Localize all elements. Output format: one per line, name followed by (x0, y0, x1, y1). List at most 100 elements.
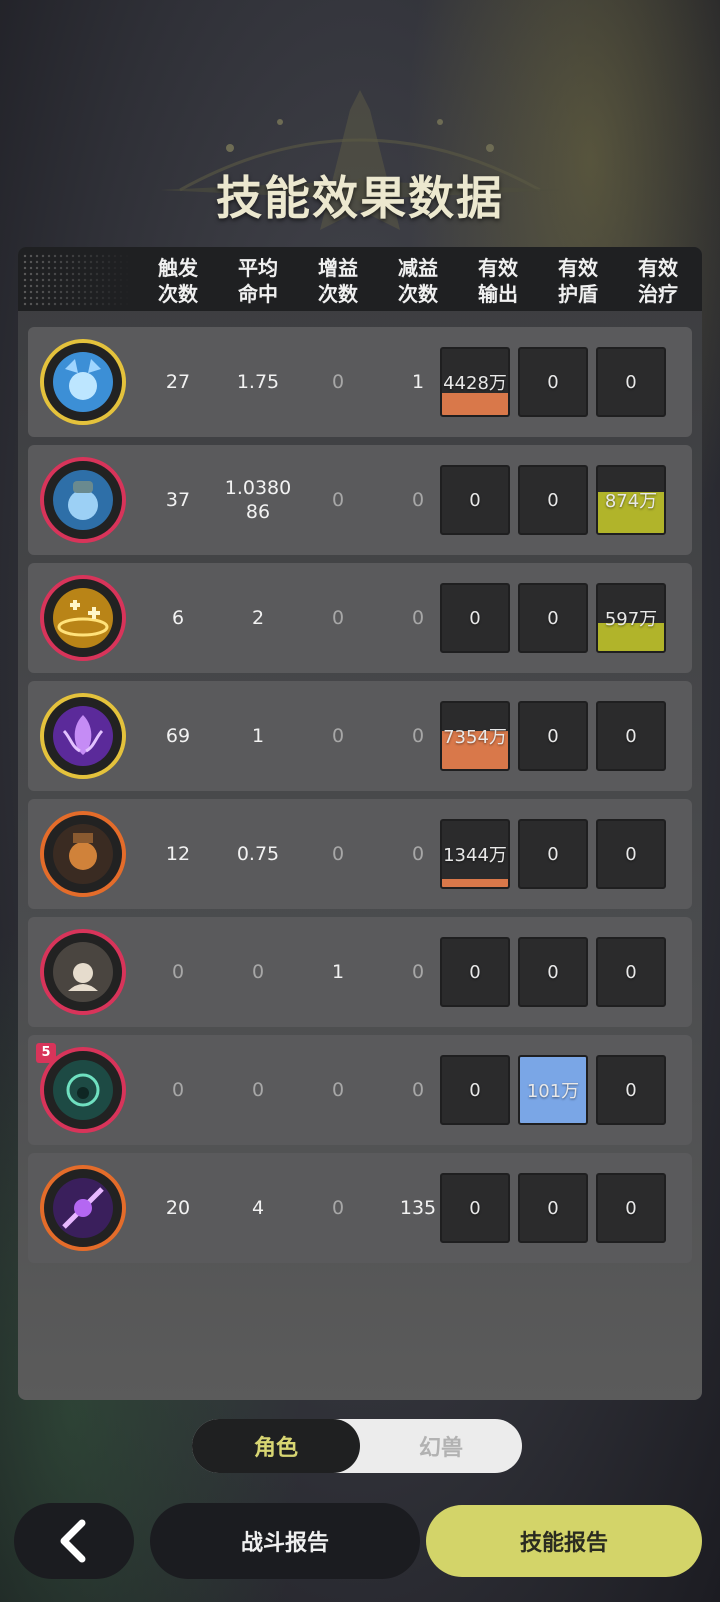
table-header: 触发 次数 平均 命中 增益 次数 减益 次数 有效 输出 有效 护盾 有效 治疗 (18, 247, 702, 311)
shield-box: 0 (518, 937, 588, 1007)
output-box: 0 (440, 583, 510, 653)
shield-value: 0 (547, 371, 559, 393)
output-box: 0 (440, 465, 510, 535)
output-box: 0 (440, 1055, 510, 1125)
triggers-value: 12 (165, 843, 191, 865)
fire-beast-skill-icon[interactable] (40, 811, 126, 897)
skill-report-button[interactable]: 技能报告 (426, 1505, 702, 1577)
heal-box: 0 (596, 1055, 666, 1125)
header-triggers: 触发 次数 (158, 256, 198, 306)
heal-value: 0 (625, 843, 637, 865)
buffs-value: 0 (331, 489, 345, 511)
triggers-value: 27 (165, 371, 191, 393)
title-area: 技能效果数据 (0, 70, 720, 240)
triggers-value: 69 (165, 725, 191, 747)
skill-row: 0010000 (28, 917, 692, 1027)
avg-hit-value: 4 (251, 1197, 265, 1219)
skill-row: 12 0.75 0 0 1344万 0 0 (28, 799, 692, 909)
buffs-value: 0 (331, 725, 345, 747)
shield-box: 0 (518, 347, 588, 417)
heal-value: 0 (625, 371, 637, 393)
buffs-value: 0 (331, 607, 345, 629)
heal-value: 0 (625, 1079, 637, 1101)
heal-value: 874万 (604, 491, 658, 512)
avg-hit-value: 1 (251, 725, 265, 747)
buffs-value: 0 (331, 1079, 345, 1101)
heal-box: 0 (596, 819, 666, 889)
skill-row: 6 2 0 0 0 0 597万 (28, 563, 692, 673)
skill-data-panel: 触发 次数 平均 命中 增益 次数 减益 次数 有效 输出 有效 护盾 有效 治疗 27 1.7… (18, 247, 702, 1400)
output-box: 0 (440, 1173, 510, 1243)
battle-report-button[interactable]: 战斗报告 (150, 1503, 420, 1579)
heal-value: 0 (625, 725, 637, 747)
shield-value: 0 (547, 961, 559, 983)
shield-value: 0 (547, 1197, 559, 1219)
shield-value: 0 (547, 607, 559, 629)
output-value: 4428万 (443, 373, 507, 394)
triggers-value: 20 (165, 1197, 191, 1219)
shield-value: 101万 (526, 1081, 580, 1102)
shield-value: 0 (547, 843, 559, 865)
skill-row: 69 1 0 0 7354万 0 0 (28, 681, 692, 791)
header-avg-hit: 平均 命中 (238, 256, 278, 306)
output-box: 1344万 (440, 819, 510, 889)
header-debuffs: 减益 次数 (398, 256, 438, 306)
output-value: 0 (469, 961, 481, 983)
shield-value: 0 (547, 725, 559, 747)
violet-blade-skill-icon[interactable] (40, 1165, 126, 1251)
back-button[interactable] (14, 1503, 134, 1579)
heal-box: 0 (596, 1173, 666, 1243)
ice-bear-skill-icon[interactable] (40, 457, 126, 543)
heal-value: 0 (625, 1197, 637, 1219)
header-output: 有效 输出 (478, 256, 518, 306)
purple-flame-skill-icon[interactable] (40, 693, 126, 779)
output-value: 0 (469, 1079, 481, 1101)
heal-box: 0 (596, 937, 666, 1007)
triggers-value: 6 (171, 607, 185, 629)
heal-box: 874万 (596, 465, 666, 535)
avg-hit-value: 1.75 (236, 371, 280, 393)
stone-guardian-skill-icon[interactable] (40, 929, 126, 1015)
shield-box: 0 (518, 465, 588, 535)
triggers-value: 0 (171, 961, 185, 983)
shield-box: 101万 (518, 1055, 588, 1125)
shield-box: 0 (518, 1173, 588, 1243)
output-value: 7354万 (443, 727, 507, 748)
triggers-value: 37 (165, 489, 191, 511)
skill-row: 20 4 0 135 0 0 0 (28, 1153, 692, 1263)
heal-value: 597万 (604, 609, 658, 630)
golden-heal-skill-icon[interactable] (40, 575, 126, 661)
shield-box: 0 (518, 819, 588, 889)
output-box: 0 (440, 937, 510, 1007)
output-value: 0 (469, 489, 481, 511)
skill-row: 37 1.0380 86 0 0 0 0 874万 (28, 445, 692, 555)
header-buffs: 增益 次数 (318, 256, 358, 306)
header-pattern (22, 253, 132, 307)
toggle-beast-button[interactable]: 幻兽 (360, 1419, 522, 1473)
header-heal: 有效 治疗 (638, 256, 678, 306)
star-level-badge: 5 (36, 1043, 56, 1063)
buffs-value: 0 (331, 1197, 345, 1219)
avg-hit-value: 0.75 (236, 843, 280, 865)
header-shield: 有效 护盾 (558, 256, 598, 306)
output-value: 0 (469, 1197, 481, 1219)
output-box: 7354万 (440, 701, 510, 771)
triggers-value: 0 (171, 1079, 185, 1101)
buffs-value: 0 (331, 843, 345, 865)
heal-box: 0 (596, 347, 666, 417)
buffs-value: 1 (331, 961, 345, 983)
output-value: 0 (469, 607, 481, 629)
ice-wolf-skill-icon[interactable] (40, 339, 126, 425)
avg-hit-value: 2 (251, 607, 265, 629)
heal-box: 597万 (596, 583, 666, 653)
shield-value: 0 (547, 489, 559, 511)
chevron-left-icon (60, 1519, 86, 1563)
buffs-value: 0 (331, 371, 345, 393)
output-box: 4428万 (440, 347, 510, 417)
skill-row: 5 0 0 0 0 0 101万 0 (28, 1035, 692, 1145)
heal-value: 0 (625, 961, 637, 983)
shield-box: 0 (518, 583, 588, 653)
toggle-role-button[interactable]: 角色 (192, 1419, 360, 1473)
role-toggle[interactable]: 角色 幻兽 (192, 1419, 522, 1473)
output-value: 1344万 (443, 845, 507, 866)
